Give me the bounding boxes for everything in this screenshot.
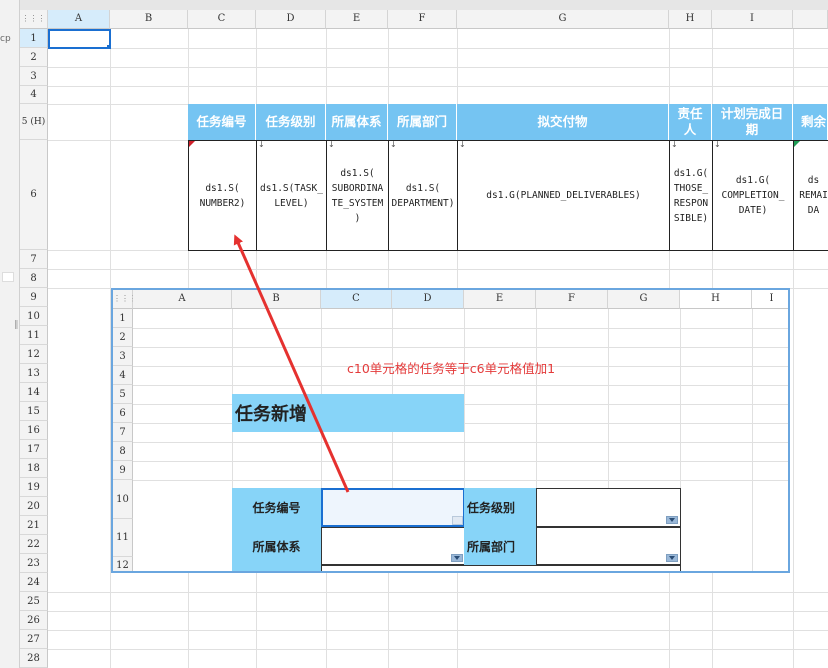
annotation-arrow xyxy=(233,234,350,493)
arrow-line xyxy=(233,234,350,493)
